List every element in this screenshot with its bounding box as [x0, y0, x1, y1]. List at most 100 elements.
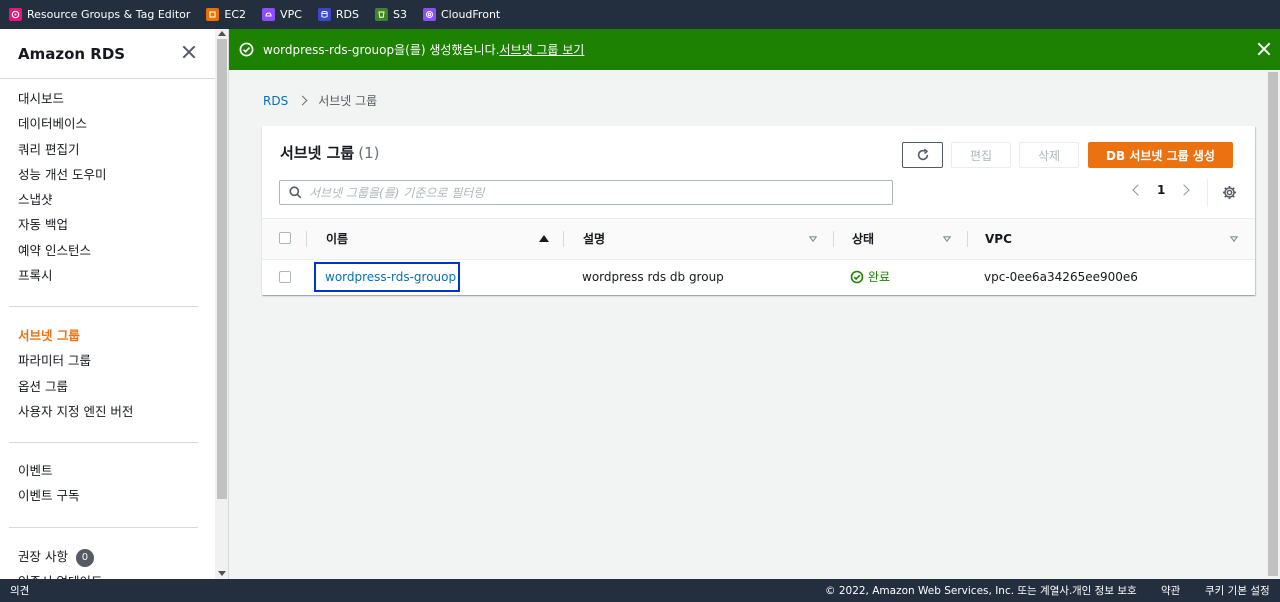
success-check-icon	[239, 42, 254, 57]
copyright-text: © 2022, Amazon Web Services, Inc. 또는 계열사…	[825, 585, 1073, 597]
favorite-label: S3	[393, 8, 407, 21]
row-select-checkbox[interactable]	[279, 271, 291, 283]
next-page-icon[interactable]	[1178, 184, 1191, 196]
sort-caret-down-icon[interactable]	[809, 236, 817, 242]
terms-link[interactable]: 약관	[1161, 583, 1180, 598]
column-header-vpc[interactable]: VPC	[985, 219, 1012, 259]
side-navigation: Amazon RDS 대시보드 데이터베이스 쿼리 편집기 성능 개선 도우미 …	[0, 29, 229, 579]
sidebar-item-proxies[interactable]: 프록시	[18, 263, 106, 288]
table-title: 서브넷 그룹	[280, 144, 355, 162]
column-divider	[306, 231, 307, 247]
sort-ascending-icon[interactable]	[539, 235, 549, 242]
favorite-ec2[interactable]: EC2	[206, 8, 246, 21]
favorite-cloudfront[interactable]: CloudFront	[422, 8, 500, 21]
sidebar-item-event-subscriptions[interactable]: 이벤트 구독	[18, 483, 79, 508]
create-db-subnet-group-button[interactable]: DB 서브넷 그룹 생성	[1088, 142, 1233, 168]
sidebar-item-query-editor[interactable]: 쿼리 편집기	[18, 137, 106, 162]
pagination: 1	[1132, 183, 1191, 197]
vpc-icon	[262, 8, 276, 21]
favorite-label: RDS	[335, 8, 359, 21]
breadcrumb-current: 서브넷 그룹	[318, 94, 378, 108]
subnet-groups-table-container: 서브넷 그룹(1) 편집 삭제 DB 서브넷 그룹 생성 1 이름 설명	[262, 126, 1255, 295]
sort-caret-down-icon[interactable]	[1230, 236, 1238, 242]
sidebar-item-custom-engine-versions[interactable]: 사용자 지정 엔진 버전	[18, 399, 133, 424]
nav-group-events: 이벤트 이벤트 구독	[18, 458, 79, 509]
select-all-checkbox[interactable]	[279, 232, 291, 244]
divider	[1207, 179, 1208, 207]
rds-icon	[317, 8, 331, 21]
dismiss-flash-icon[interactable]	[1256, 41, 1272, 57]
row-vpc: vpc-0ee6a34265ee900e6	[984, 270, 1138, 284]
favorite-vpc[interactable]: VPC	[262, 8, 302, 21]
favorite-s3[interactable]: S3	[375, 8, 407, 21]
sidebar-title: Amazon RDS	[18, 45, 126, 63]
column-divider	[833, 231, 834, 247]
favorite-resource-groups[interactable]: Resource Groups & Tag Editor	[9, 8, 190, 21]
table-row[interactable]: wordpress-rds-grouop wordpress rds db gr…	[262, 260, 1255, 294]
service-favorites-bar: Resource Groups & Tag Editor EC2 VPC RDS…	[0, 0, 1280, 29]
scroll-up-arrow-icon[interactable]	[218, 31, 226, 36]
favorite-rds[interactable]: RDS	[317, 8, 359, 21]
edit-button[interactable]: 편집	[951, 142, 1011, 168]
filter-input[interactable]	[309, 185, 869, 200]
table-header: 이름 설명 상태 VPC	[262, 218, 1255, 260]
nav-group-main: 대시보드 데이터베이스 쿼리 편집기 성능 개선 도우미 스냅샷 자동 백업 예…	[18, 86, 106, 288]
breadcrumb: RDS 서브넷 그룹	[263, 92, 377, 109]
column-header-status[interactable]: 상태	[852, 219, 874, 259]
resource-groups-icon	[9, 8, 22, 21]
sidebar-item-performance-insights[interactable]: 성능 개선 도우미	[18, 162, 106, 187]
sidebar-item-events[interactable]: 이벤트	[18, 458, 79, 483]
row-description: wordpress rds db group	[582, 270, 724, 284]
previous-page-icon[interactable]	[1132, 184, 1144, 196]
scroll-thumb[interactable]	[1268, 72, 1278, 576]
status-text: 완료	[868, 270, 891, 284]
sidebar-scrollbar[interactable]	[215, 29, 228, 579]
subnet-group-name-link[interactable]: wordpress-rds-grouop	[314, 262, 460, 292]
close-navigation-icon[interactable]	[181, 44, 197, 60]
scroll-thumb[interactable]	[217, 39, 227, 499]
scroll-down-arrow-icon[interactable]	[218, 571, 226, 576]
count-badge: 0	[75, 548, 94, 567]
sidebar-item-databases[interactable]: 데이터베이스	[18, 111, 106, 136]
sidebar-item-parameter-groups[interactable]: 파라미터 그룹	[18, 348, 133, 373]
search-icon	[289, 186, 302, 199]
sidebar-item-certificate-update[interactable]: 인증서 업데이트	[18, 569, 102, 579]
sidebar-item-reserved-instances[interactable]: 예약 인스턴스	[18, 238, 106, 263]
feedback-link[interactable]: 의견	[10, 583, 29, 598]
refresh-icon	[917, 148, 928, 161]
gear-icon[interactable]	[1222, 185, 1237, 200]
page-title: 서브넷 그룹 (1)	[280, 142, 379, 163]
s3-icon	[375, 8, 388, 21]
column-divider	[563, 231, 564, 247]
column-header-name[interactable]: 이름	[326, 219, 348, 259]
sidebar-item-dashboard[interactable]: 대시보드	[18, 86, 106, 111]
breadcrumb-rds-link[interactable]: RDS	[263, 94, 288, 108]
sidebar-item-label: 권장 사항	[18, 549, 68, 564]
column-header-description[interactable]: 설명	[583, 219, 605, 259]
favorite-label: VPC	[280, 8, 302, 21]
favorite-label: Resource Groups & Tag Editor	[27, 8, 191, 21]
sidebar-item-option-groups[interactable]: 옵션 그룹	[18, 374, 133, 399]
sidebar-item-automated-backups[interactable]: 자동 백업	[18, 212, 106, 237]
nav-group-recommendations: 권장 사항 0 인증서 업데이트	[18, 544, 102, 579]
divider	[0, 78, 215, 79]
refresh-button[interactable]	[902, 142, 943, 168]
divider	[9, 442, 198, 443]
chevron-right-icon	[297, 95, 308, 106]
sidebar-item-snapshots[interactable]: 스냅샷	[18, 187, 106, 212]
sidebar-item-subnet-groups[interactable]: 서브넷 그룹	[18, 323, 133, 348]
view-subnet-group-link[interactable]: 서브넷 그룹 보기	[499, 41, 584, 58]
nav-group-config: 서브넷 그룹 파라미터 그룹 옵션 그룹 사용자 지정 엔진 버전	[18, 323, 133, 424]
privacy-link[interactable]: 개인 정보 보호	[1072, 583, 1137, 598]
item-count: (1)	[358, 144, 380, 162]
cookie-preferences-link[interactable]: 쿠키 기본 설정	[1205, 583, 1270, 598]
ec2-icon	[206, 8, 220, 21]
main-scrollbar[interactable]	[1266, 70, 1280, 579]
cloudfront-icon	[422, 8, 436, 21]
sidebar-item-recommendations[interactable]: 권장 사항 0	[18, 544, 102, 569]
row-status: 완료	[850, 260, 890, 294]
current-page-number[interactable]: 1	[1157, 183, 1165, 197]
sort-caret-down-icon[interactable]	[943, 236, 951, 242]
delete-button[interactable]: 삭제	[1019, 142, 1079, 168]
console-footer: 의견 © 2022, Amazon Web Services, Inc. 또는 …	[0, 579, 1280, 602]
